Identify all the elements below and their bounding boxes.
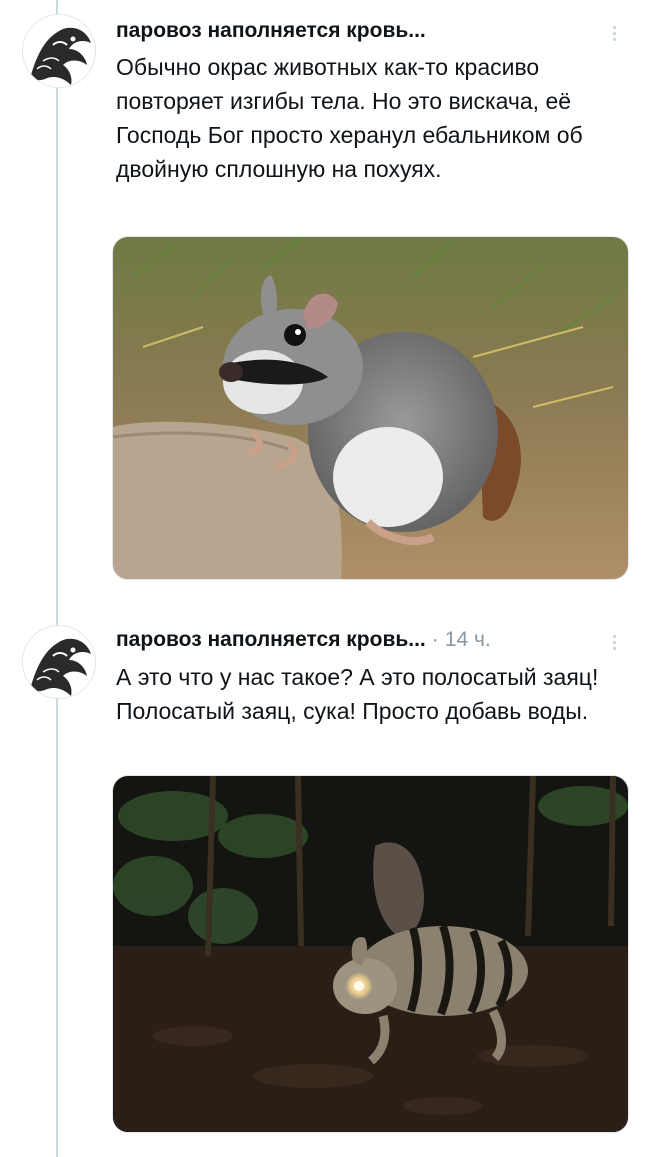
tweet-media[interactable] bbox=[112, 775, 629, 1133]
timestamp[interactable]: 14 ч. bbox=[445, 628, 491, 652]
author-name[interactable]: паровоз наполняется кровь... bbox=[116, 628, 426, 652]
more-options-icon[interactable] bbox=[604, 627, 624, 657]
tweet-text: Обычно окрас животных как-то красиво пов… bbox=[116, 54, 583, 182]
tweet-media[interactable] bbox=[112, 236, 629, 580]
author-name[interactable]: паровоз наполняется кровь... bbox=[116, 19, 426, 43]
thread-connector-line bbox=[56, 0, 58, 1157]
meta-separator: · bbox=[431, 628, 439, 651]
author-avatar[interactable] bbox=[22, 14, 96, 88]
striped-rabbit-night-photo bbox=[113, 776, 628, 1132]
viscacha-photo bbox=[113, 237, 628, 579]
author-avatar[interactable] bbox=[22, 625, 96, 699]
tweet-text: А это что у нас такое? А это полосатый з… bbox=[116, 664, 599, 724]
dragon-avatar-icon bbox=[23, 626, 95, 698]
dragon-avatar-icon bbox=[23, 15, 95, 87]
more-options-icon[interactable] bbox=[604, 18, 624, 48]
